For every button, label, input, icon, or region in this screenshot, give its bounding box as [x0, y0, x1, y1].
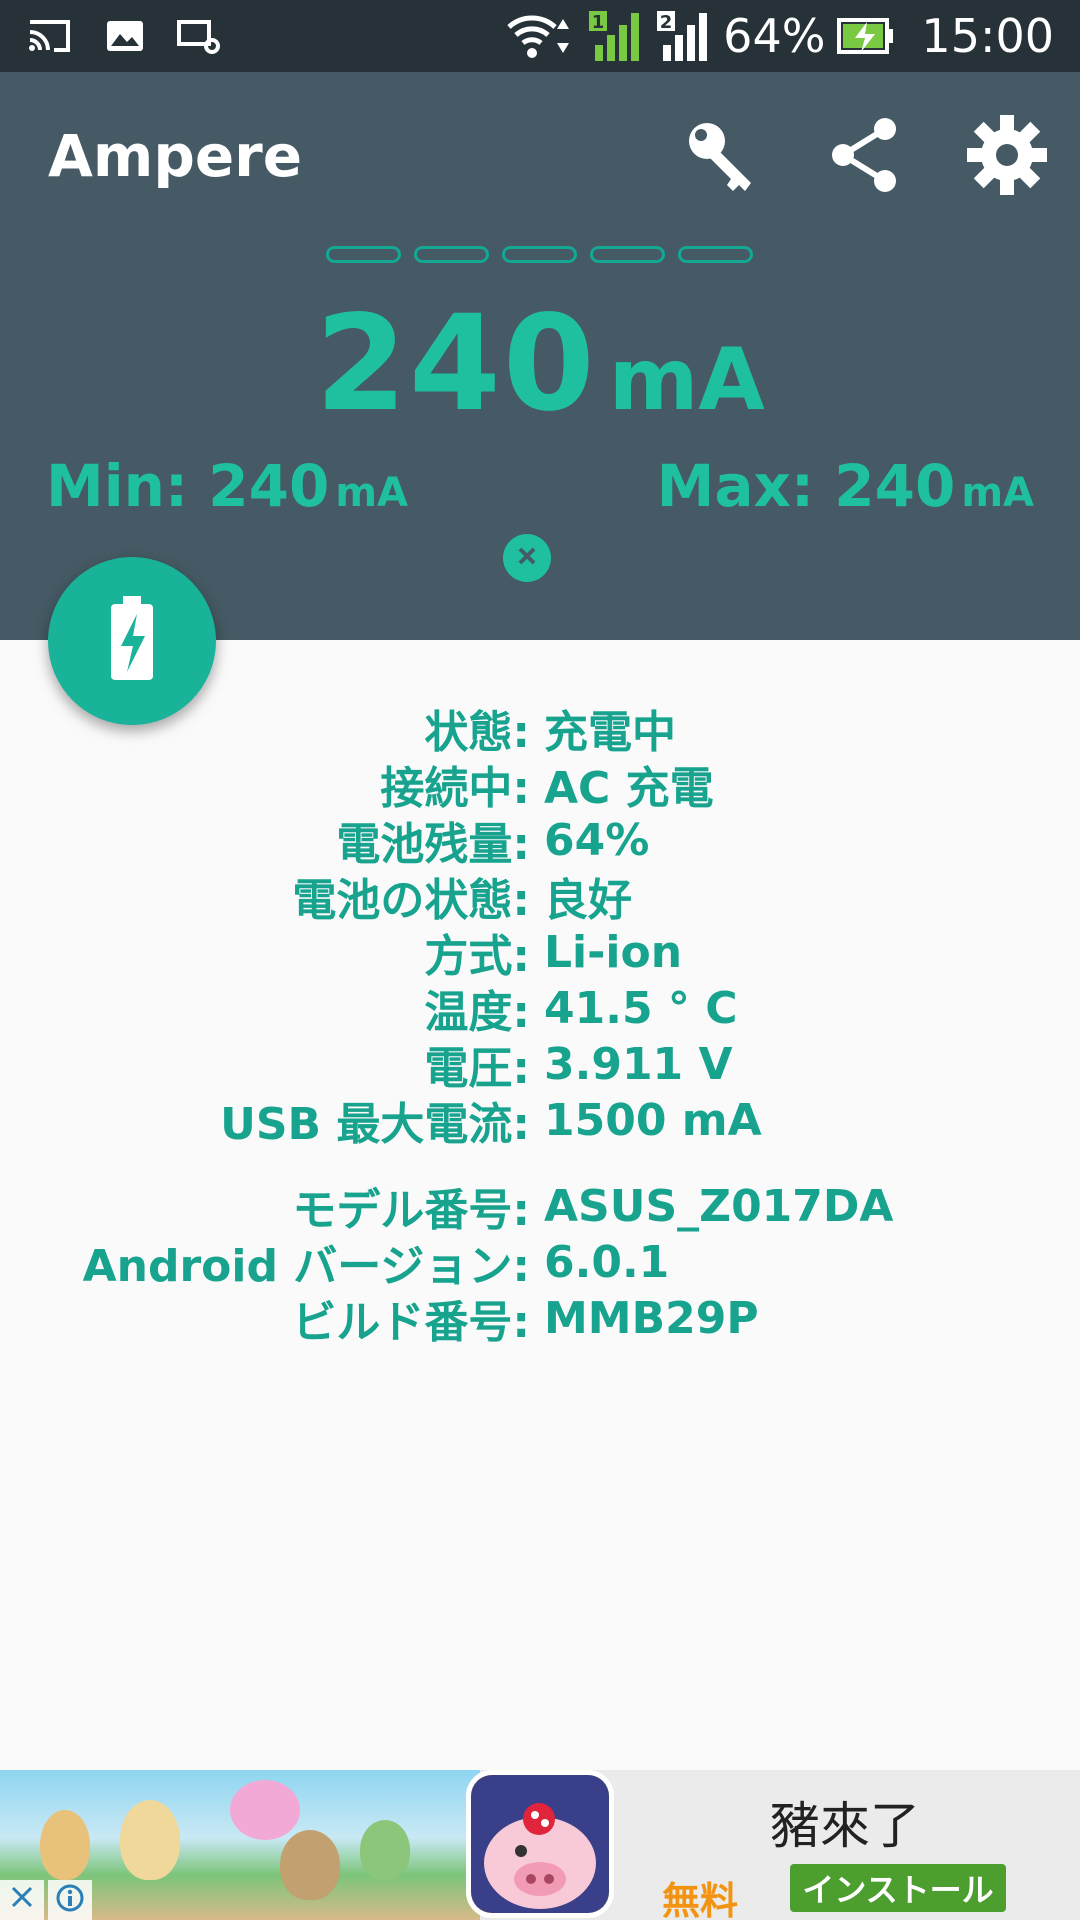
battery-charging-icon — [107, 596, 157, 686]
battery-charging-icon — [837, 16, 895, 56]
min-value: 240 — [208, 452, 330, 520]
info-value: 充電中 — [544, 707, 676, 758]
level-segment — [590, 246, 665, 263]
info-label: 電池の状態: — [292, 875, 530, 926]
ad-close-button[interactable] — [0, 1880, 44, 1920]
info-row-usb-max-current: USB 最大電流: 1500 mA — [0, 1092, 1080, 1151]
close-icon — [9, 1883, 35, 1918]
info-row-battery-level: 電池残量: 64% — [0, 812, 1080, 871]
status-bar: 1 2 64% 15:00 — [0, 0, 1080, 72]
info-row-connection: 接続中: AC 充電 — [0, 756, 1080, 814]
signal-sim1-icon: 1 — [587, 9, 643, 63]
info-value: 良好 — [544, 875, 632, 926]
max-value: 240 — [834, 452, 956, 520]
info-value: 1500 mA — [544, 1094, 762, 1146]
wifi-icon — [505, 11, 575, 61]
level-segment — [414, 246, 489, 263]
min-label: Min: — [46, 452, 189, 520]
info-row-temperature: 温度: 41.5 ° C — [0, 980, 1080, 1039]
info-value: Li-ion — [544, 926, 683, 978]
min-unit: mA — [335, 470, 409, 516]
device-info-list: モデル番号: ASUS_Z017DA Android バージョン: 6.0.1 ビル… — [0, 1178, 1080, 1349]
info-icon — [55, 1883, 85, 1917]
image-icon — [104, 16, 146, 56]
info-row-technology: 方式: Li-ion — [0, 924, 1080, 983]
svg-text:2: 2 — [660, 12, 673, 33]
info-label: Android バージョン: — [82, 1241, 530, 1292]
info-row-build-number: ビルド番号: MMB29P — [0, 1290, 1080, 1349]
info-label: 電池残量: — [336, 819, 530, 870]
ad-banner[interactable]: 豬來了 無料 インストール — [0, 1770, 1080, 1920]
info-row-android-version: Android バージョン: 6.0.1 — [0, 1234, 1080, 1293]
info-label: 状態: — [424, 707, 530, 758]
level-segment — [502, 246, 577, 263]
info-label: 方式: — [424, 931, 530, 982]
info-row-model: モデル番号: ASUS_Z017DA — [0, 1178, 1080, 1237]
level-segment — [678, 246, 753, 263]
current-value: 240 — [315, 287, 597, 441]
settings-button[interactable] — [962, 112, 1052, 202]
share-icon — [825, 115, 905, 199]
ad-install-button[interactable]: インストール — [790, 1864, 1006, 1912]
max-label: Max: — [656, 452, 815, 520]
app-header: Ampere 240 mA Min: 240 mA Max: 240 mA — [0, 72, 1080, 640]
signal-sim2-icon: 2 — [655, 9, 711, 63]
share-button[interactable] — [820, 112, 910, 202]
reset-minmax-button[interactable] — [503, 534, 551, 582]
clock: 15:00 — [921, 9, 1054, 63]
min-reading: Min: 240 mA — [46, 452, 408, 520]
current-unit: mA — [608, 330, 765, 430]
info-value: MMB29P — [544, 1292, 759, 1344]
ad-app-name: 豬來了 — [770, 1797, 920, 1855]
info-label: USB 最大電流: — [220, 1099, 530, 1150]
level-segment — [326, 246, 401, 263]
info-value: 41.5 ° C — [544, 982, 738, 1034]
max-reading: Max: 240 mA — [657, 452, 1034, 520]
app-title: Ampere — [48, 122, 303, 190]
info-label: ビルド番号: — [292, 1297, 530, 1348]
battery-percent: 64% — [723, 9, 826, 63]
info-row-health: 電池の状態: 良好 — [0, 868, 1080, 926]
ad-info-button[interactable] — [48, 1880, 92, 1920]
svg-text:1: 1 — [592, 12, 605, 33]
current-reading: 240 mA — [0, 287, 1080, 441]
key-button[interactable] — [676, 112, 766, 202]
ad-price: 無料 — [662, 1879, 739, 1920]
info-label: 温度: — [424, 987, 530, 1038]
key-icon — [681, 115, 761, 199]
info-label: モデル番号: — [292, 1185, 530, 1236]
ad-app-icon[interactable] — [466, 1770, 614, 1918]
info-value: 64% — [544, 814, 650, 866]
info-label: 電圧: — [424, 1043, 530, 1094]
info-value: ASUS_Z017DA — [544, 1180, 894, 1232]
gear-icon — [965, 113, 1049, 201]
info-row-status: 状態: 充電中 — [0, 700, 1080, 758]
info-value: 6.0.1 — [544, 1236, 670, 1288]
info-value: 3.911 V — [544, 1038, 733, 1090]
cast-icon — [26, 16, 74, 56]
screen-settings-icon — [176, 16, 222, 56]
level-indicator — [326, 246, 753, 263]
battery-info-list: 状態: 充電中 接続中: AC 充電 電池残量: 64% 電池の状態: 良好 方式: Li… — [0, 700, 1080, 1151]
battery-info-panel: 状態: 充電中 接続中: AC 充電 電池残量: 64% 電池の状態: 良好 方式: Li… — [0, 700, 1080, 1349]
close-icon — [515, 544, 539, 572]
info-row-voltage: 電圧: 3.911 V — [0, 1036, 1080, 1095]
max-unit: mA — [961, 470, 1034, 516]
info-value: AC 充電 — [544, 763, 714, 814]
info-label: 接続中: — [380, 763, 530, 814]
